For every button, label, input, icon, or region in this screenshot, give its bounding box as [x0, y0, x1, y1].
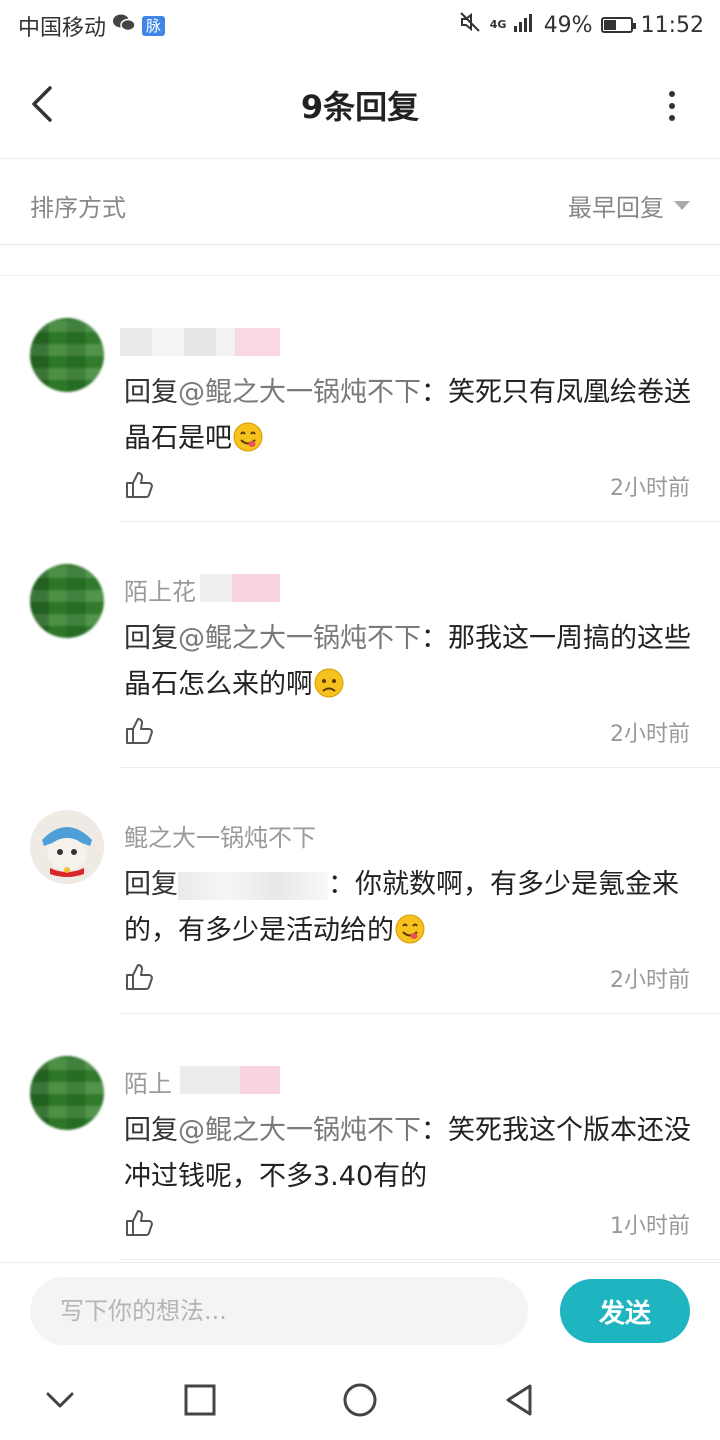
like-button[interactable]	[124, 716, 154, 746]
mention-link[interactable]: @鲲之大一锅炖不下	[178, 623, 421, 654]
battery-percent: 49%	[543, 12, 593, 38]
hide-keyboard-button[interactable]	[40, 1380, 80, 1420]
triangle-back-icon	[506, 1384, 532, 1416]
divider	[120, 1259, 720, 1260]
comment-item: 鲲之大一锅炖不下 回复 ：你就数啊，有多少是氪金来的，有多少是活动给的 2小时前	[0, 768, 720, 1014]
username-redacted	[200, 574, 280, 602]
status-bar: 中国移动 脉 4G 49% 11:52	[0, 0, 720, 50]
comment-input-bar: 发送	[0, 1262, 720, 1359]
more-vertical-icon	[669, 91, 675, 121]
mention-redacted	[178, 871, 328, 900]
thumbs-up-icon	[126, 964, 153, 990]
comment-input[interactable]	[30, 1277, 528, 1345]
previous-comment-edge	[0, 245, 720, 276]
back-nav-button[interactable]	[500, 1380, 540, 1420]
comment-text[interactable]: 回复@鲲之大一锅炖不下：笑死我这个版本还没冲过钱呢，不多3.40有的	[124, 1108, 694, 1200]
comment-time: 2小时前	[610, 968, 690, 993]
send-button[interactable]: 发送	[560, 1279, 690, 1343]
avatar[interactable]	[30, 564, 104, 638]
mute-icon	[458, 10, 482, 40]
comment-item: 陌上花 回复@鲲之大一锅炖不下：那我这一周搞的这些晶石怎么来的啊 2小时前	[0, 522, 720, 768]
more-options-button[interactable]	[660, 86, 684, 126]
square-icon	[184, 1384, 216, 1416]
comment-time: 2小时前	[610, 476, 690, 501]
chevron-down-icon	[46, 1392, 74, 1408]
clock: 11:52	[640, 12, 704, 38]
yum-face-icon	[233, 422, 263, 452]
like-button[interactable]	[124, 962, 154, 992]
comment-text[interactable]: 回复 ：你就数啊，有多少是氪金来的，有多少是活动给的	[124, 862, 694, 954]
comment-text[interactable]: 回复@鲲之大一锅炖不下：那我这一周搞的这些晶石怎么来的啊	[124, 616, 694, 708]
thumbs-up-icon	[126, 1210, 153, 1236]
battery-icon	[600, 17, 636, 33]
username[interactable]: 陌上	[124, 1064, 172, 1099]
mention-link[interactable]: @鲲之大一锅炖不下	[178, 377, 421, 408]
comment-text[interactable]: 回复@鲲之大一锅炖不下：笑死只有凤凰绘卷送晶石是吧	[124, 370, 694, 462]
comment-time: 2小时前	[610, 722, 690, 747]
worried-face-icon	[314, 668, 344, 698]
page-title: 9条回复	[300, 88, 420, 126]
sort-dropdown[interactable]: 最早回复	[568, 188, 690, 223]
home-button[interactable]	[340, 1380, 380, 1420]
like-button[interactable]	[124, 470, 154, 500]
avatar[interactable]	[30, 810, 104, 884]
thumbs-up-icon	[126, 472, 153, 498]
comment-time: 1小时前	[610, 1214, 690, 1239]
avatar[interactable]	[30, 1056, 104, 1130]
circle-icon	[343, 1383, 377, 1417]
recents-button[interactable]	[180, 1380, 220, 1420]
username[interactable]: 鲲之大一锅炖不下	[124, 818, 316, 853]
thumbs-up-icon	[126, 718, 153, 744]
comment-item: 回复@鲲之大一锅炖不下：笑死只有凤凰绘卷送晶石是吧 2小时前	[0, 276, 720, 522]
system-navigation-bar	[0, 1360, 720, 1440]
sort-bar: 排序方式 最早回复	[0, 160, 720, 245]
cat-avatar-icon	[30, 810, 104, 884]
username-redacted	[120, 328, 280, 356]
caret-down-icon	[674, 201, 690, 210]
comment-item: 陌上 回复@鲲之大一锅炖不下：笑死我这个版本还没冲过钱呢，不多3.40有的 1小…	[0, 1014, 720, 1260]
signal-icon	[513, 12, 536, 38]
mai-badge: 脉	[142, 16, 166, 36]
carrier-name: 中国移动	[18, 16, 107, 41]
like-button[interactable]	[124, 1208, 154, 1238]
username-redacted	[180, 1066, 280, 1094]
wechat-icon	[112, 13, 136, 39]
sort-label: 排序方式	[30, 194, 126, 222]
sort-selected-value: 最早回复	[568, 194, 664, 222]
mention-link[interactable]: @鲲之大一锅炖不下	[178, 1115, 421, 1146]
top-nav-bar: 9条回复	[0, 50, 720, 159]
yum-face-icon	[395, 914, 425, 944]
network-type: 4G	[489, 18, 507, 31]
avatar[interactable]	[30, 318, 104, 392]
username[interactable]: 陌上花	[124, 572, 196, 607]
